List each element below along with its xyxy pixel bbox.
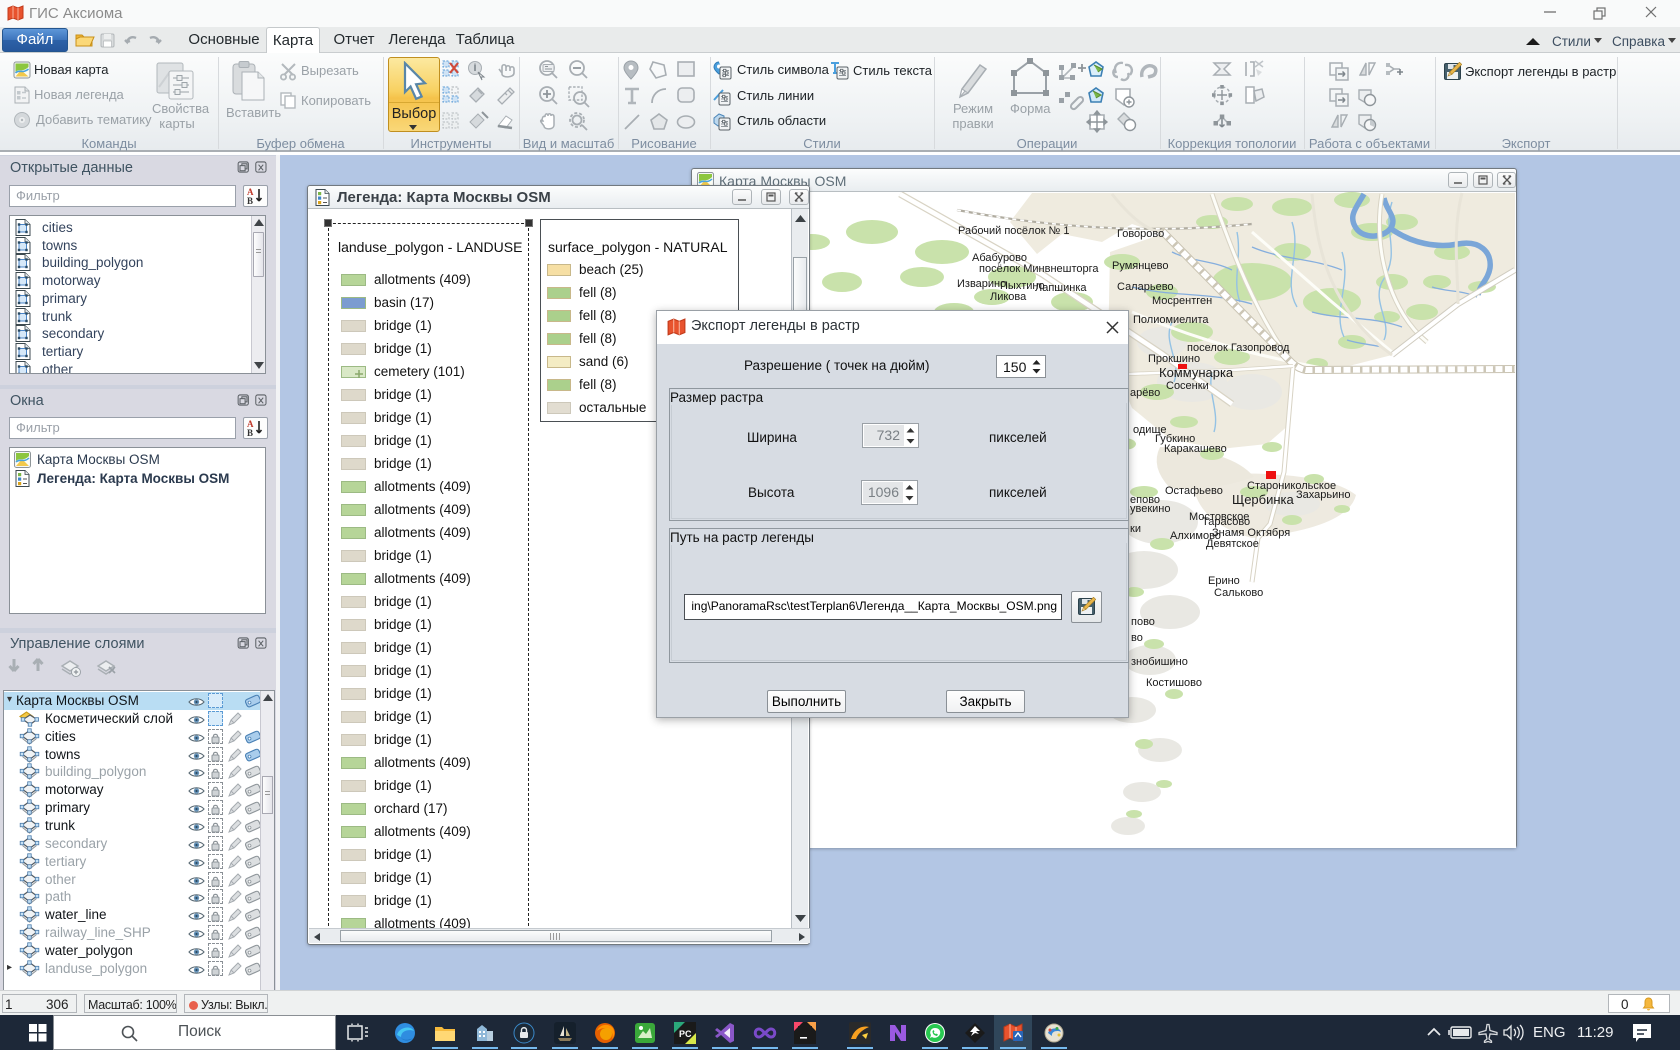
svg-text:арёво: арёво: [1130, 387, 1160, 399]
svg-text:Захарьино: Захарьино: [1296, 489, 1350, 501]
svg-text:Остафьево: Остафьево: [1165, 485, 1223, 497]
svg-text:Изварино: Изварино: [957, 278, 1006, 290]
svg-text:ки: ки: [1130, 523, 1141, 535]
svg-text:Рабочий посёлок № 1: Рабочий посёлок № 1: [958, 225, 1070, 237]
svg-text:Каракашево: Каракашево: [1164, 443, 1227, 455]
svg-text:Мосрентген: Мосрентген: [1152, 295, 1212, 307]
svg-text:посёлок Минвнешторга: посёлок Минвнешторга: [979, 263, 1099, 275]
svg-text:Саларьево: Саларьево: [1117, 281, 1174, 293]
svg-text:Костишово: Костишово: [1146, 677, 1202, 689]
svg-text:увекино: увекино: [1130, 503, 1171, 515]
svg-text:Коммунарка: Коммунарка: [1159, 365, 1234, 380]
svg-text:Лапшинка: Лапшинка: [1035, 282, 1087, 294]
svg-text:поселок Газопровод: поселок Газопровод: [1187, 342, 1290, 354]
svg-text:Сальково: Сальково: [1214, 587, 1263, 599]
svg-text:пово: пово: [1131, 616, 1155, 628]
svg-text:B: B: [247, 428, 253, 438]
svg-text:Полиомиелита: Полиомиелита: [1133, 314, 1209, 326]
svg-text:Ликова: Ликова: [990, 291, 1027, 303]
svg-text:Румянцево: Румянцево: [1112, 260, 1168, 272]
svg-text:Прокшино: Прокшино: [1148, 353, 1200, 365]
svg-text:Девятское: Девятское: [1206, 538, 1259, 550]
svg-text:Сосенки: Сосенки: [1166, 380, 1209, 392]
svg-text:Говорово: Говорово: [1117, 228, 1164, 240]
svg-text:Ерино: Ерино: [1208, 575, 1240, 587]
svg-text:во: во: [1131, 632, 1143, 644]
svg-text:PC: PC: [679, 1029, 692, 1039]
svg-text:B: B: [247, 196, 253, 206]
svg-text:Щербинка: Щербинка: [1232, 492, 1295, 507]
svg-text:знобишино: знобишино: [1131, 656, 1188, 668]
